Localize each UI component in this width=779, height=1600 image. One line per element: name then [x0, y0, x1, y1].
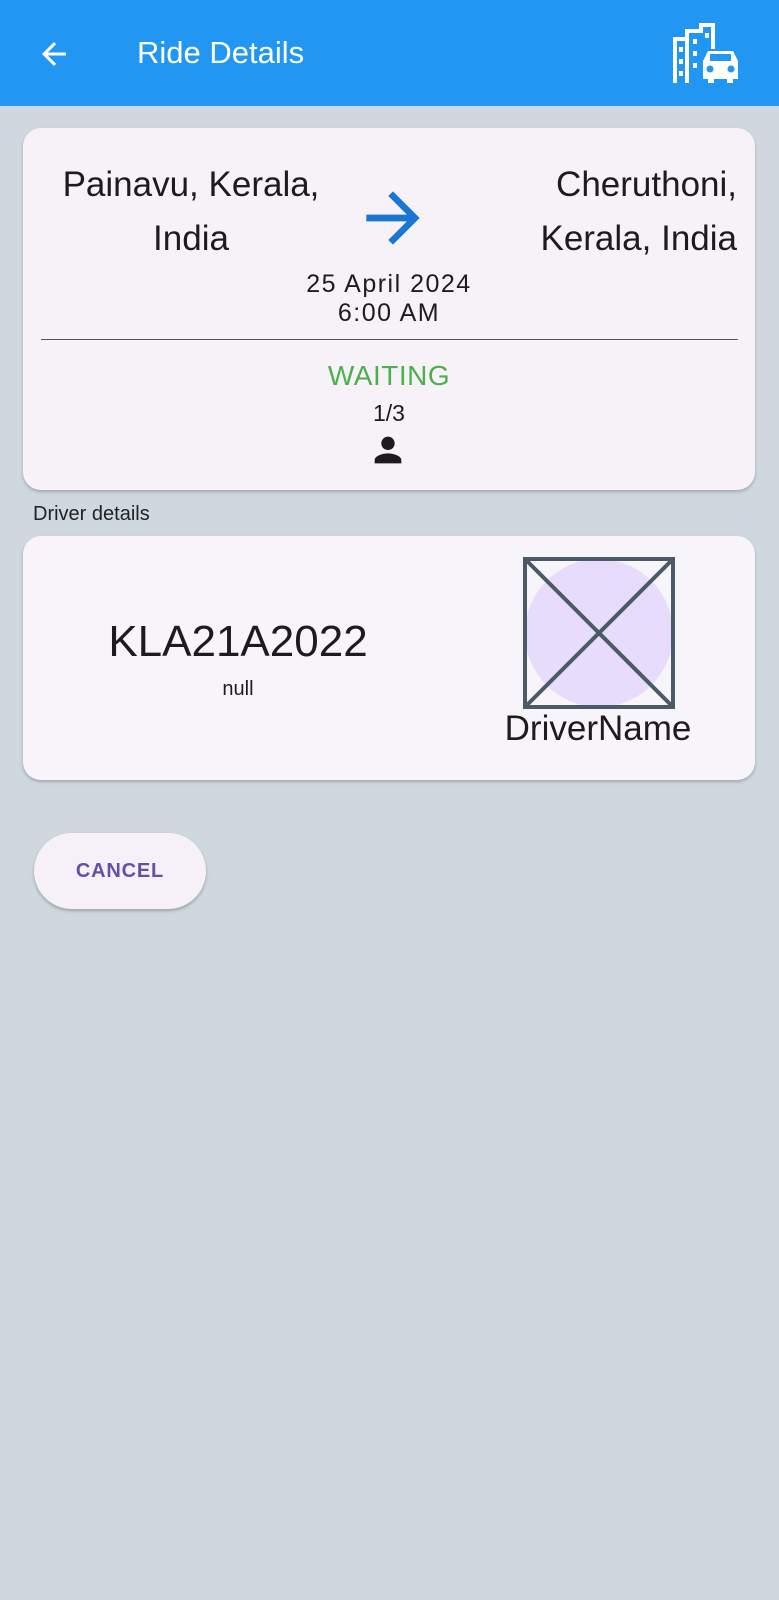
cancel-button[interactable]: CANCEL	[34, 833, 206, 909]
vehicle-number: KLA21A2022	[108, 617, 368, 666]
ride-time: 6:00 AM	[337, 299, 441, 327]
status-badge: WAITING	[327, 360, 451, 391]
avatar	[519, 553, 679, 713]
driver-details-label: Driver details	[33, 503, 150, 525]
driver-name: DriverName	[504, 709, 692, 748]
arrow-back-icon	[42, 42, 66, 66]
divider	[41, 339, 738, 340]
broken-image-icon	[523, 557, 675, 709]
vehicle-subtitle: null	[222, 678, 254, 700]
seat-count: 1/3	[373, 400, 405, 426]
page-title: Ride Details	[137, 35, 305, 70]
person-icon	[374, 436, 402, 464]
destination-location: Cheruthoni, Kerala, India	[540, 165, 737, 258]
back-button[interactable]	[30, 30, 78, 78]
city-car-button[interactable]	[666, 18, 748, 90]
driver-details-card[interactable]: KLA21A2022 null DriverName	[23, 536, 755, 780]
ride-date: 25 April 2024	[306, 270, 472, 298]
city-car-icon	[673, 23, 738, 83]
ride-summary-card[interactable]: Painavu, Kerala, India Cheruthoni, Keral…	[23, 128, 755, 490]
origin-location: Painavu, Kerala, India	[62, 165, 320, 258]
arrow-forward-icon	[366, 191, 420, 245]
app-bar: Ride Details	[0, 0, 779, 106]
